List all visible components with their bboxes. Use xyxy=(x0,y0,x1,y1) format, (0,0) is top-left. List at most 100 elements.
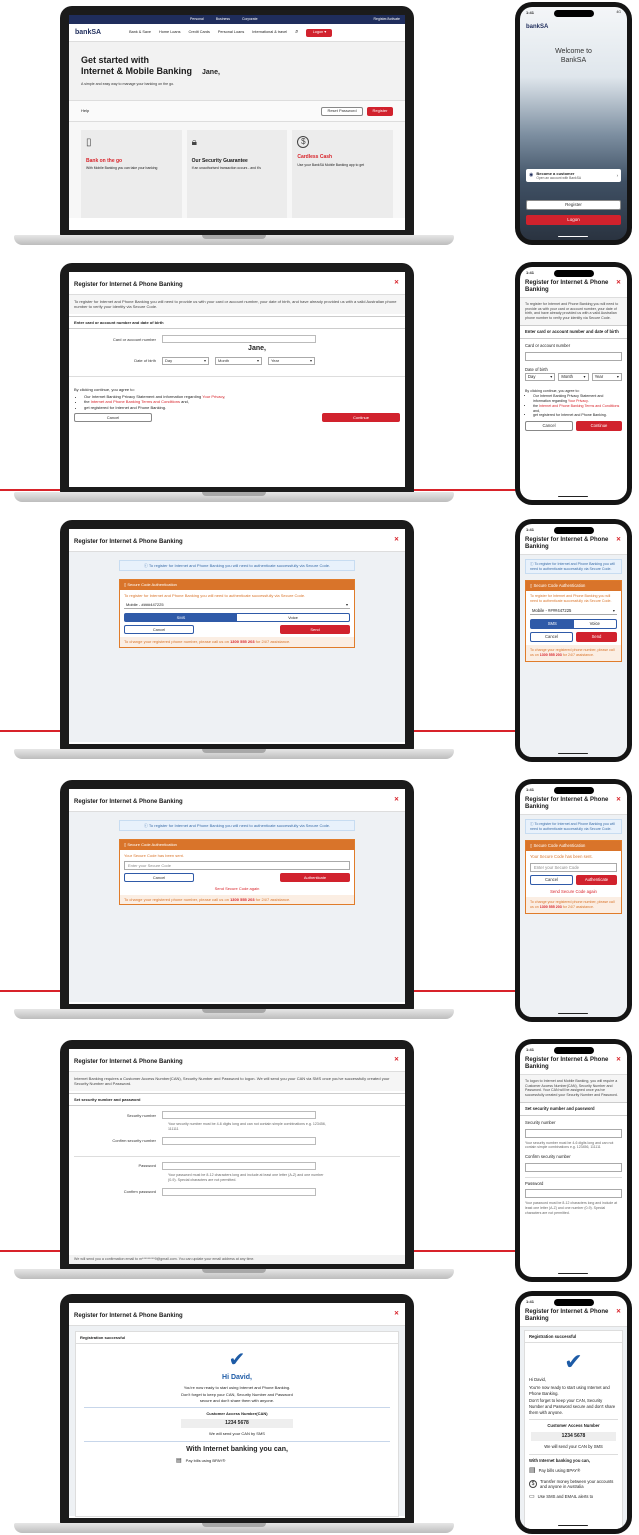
year-value: Year xyxy=(271,358,280,364)
terms-text: the xyxy=(84,399,91,405)
banksa-logo[interactable]: bankSA xyxy=(75,28,101,37)
confirm-password-label: Confirm password xyxy=(123,1188,156,1194)
password-help: Your password must be 8-12 characters lo… xyxy=(168,1172,324,1182)
security-number-input[interactable] xyxy=(162,1111,316,1120)
can-value: 1234 5678 xyxy=(531,1432,616,1441)
terms-link[interactable]: Internet and Phone Banking Terms and Con… xyxy=(539,404,619,408)
nav-home-loans[interactable]: Home Loans xyxy=(159,30,181,35)
confirm-security-input[interactable] xyxy=(525,1162,622,1172)
send-again-link[interactable]: Send Secure Code again xyxy=(124,886,350,891)
logon-button[interactable]: Logon ▾ xyxy=(306,28,333,37)
close-icon[interactable]: ✕ xyxy=(616,537,621,544)
sent-text: Your Secure Code has been sent. xyxy=(530,854,593,860)
continue-button[interactable]: Continue xyxy=(576,421,622,432)
nav-personal[interactable]: Personal xyxy=(190,17,204,22)
send-again-link[interactable]: Send Secure Code again xyxy=(530,889,617,895)
phone-screen: 1:41 Register for Internet & Phone Banki… xyxy=(520,1296,627,1529)
close-icon[interactable]: ✕ xyxy=(394,796,399,804)
nav-corporate[interactable]: Corporate xyxy=(242,17,258,22)
cancel-button[interactable]: Cancel xyxy=(530,631,573,642)
send-button[interactable]: Send xyxy=(576,631,617,642)
home-indicator xyxy=(558,1012,588,1014)
sms-option[interactable]: SMS xyxy=(125,614,237,622)
nav-business[interactable]: Business xyxy=(216,17,230,22)
nav-international[interactable]: International & travel xyxy=(252,30,287,35)
close-icon[interactable]: ✕ xyxy=(616,797,621,804)
phone-number[interactable]: 1300 555 203 xyxy=(230,639,254,644)
laptop-4: Register for Internet & Phone Banking ✕ ⓘ… xyxy=(14,780,454,1023)
mobile-select[interactable]: Mobile - ####447225 ▾ xyxy=(124,601,350,610)
card-number-input[interactable] xyxy=(162,335,316,344)
secure-code-input[interactable]: Enter your Secure Code xyxy=(124,861,350,871)
card-text: To register for Internet and Phone Banki… xyxy=(530,594,612,603)
close-icon[interactable]: ✕ xyxy=(616,1309,621,1316)
year-select[interactable]: Year ▾ xyxy=(591,373,622,382)
checkmark-icon: ✔ xyxy=(228,1349,246,1372)
footer-text: for 24/7 assistance. xyxy=(254,639,291,645)
close-icon[interactable]: ✕ xyxy=(394,279,399,287)
register-activate-link[interactable]: Register/Activate xyxy=(374,17,400,22)
logon-button[interactable]: Logon xyxy=(526,215,621,225)
mobile-select[interactable]: Mobile - ####447225 ▾ xyxy=(530,606,617,615)
laptop-notch xyxy=(202,235,266,239)
terms-link[interactable]: Internet and Phone Banking Terms and Con… xyxy=(91,399,180,404)
close-icon[interactable]: ✕ xyxy=(394,536,399,544)
nav-bank-save[interactable]: Bank & Save xyxy=(129,30,151,35)
phone-number[interactable]: 1300 555 203 xyxy=(230,897,254,902)
cancel-button[interactable]: Cancel xyxy=(525,421,573,432)
cancel-button[interactable]: Cancel xyxy=(530,874,573,885)
day-select[interactable]: Day ▾ xyxy=(162,356,209,365)
month-select[interactable]: Month ▾ xyxy=(558,373,589,382)
phone-number[interactable]: 1300 555 203 xyxy=(540,905,562,909)
secure-code-input[interactable]: Enter your Secure Code xyxy=(530,862,617,872)
help-link[interactable]: Help xyxy=(81,108,321,113)
search-icon[interactable]: ⌕ xyxy=(295,28,298,36)
footer-text: for 24/7 assistance. xyxy=(561,652,594,657)
nav-credit-cards[interactable]: Credit Cards xyxy=(189,30,210,35)
register-button[interactable]: Register xyxy=(367,106,393,116)
security-number-input[interactable] xyxy=(525,1128,622,1138)
dob-row: Date of birth Day ▾ Month ▾ Year ▾ xyxy=(69,354,405,368)
authenticate-button[interactable]: Authenticate xyxy=(280,873,350,883)
voice-option[interactable]: Voice xyxy=(237,614,349,621)
password-input[interactable] xyxy=(162,1161,316,1170)
phone-number[interactable]: 1300 555 203 xyxy=(540,653,562,657)
cancel-button[interactable]: Cancel xyxy=(124,873,194,883)
month-select[interactable]: Month ▾ xyxy=(215,356,262,365)
email-note: We will send you a confirmation email to… xyxy=(69,1255,405,1264)
close-icon[interactable]: ✕ xyxy=(394,1310,399,1318)
authenticate-button[interactable]: Authenticate xyxy=(576,874,617,885)
greeting: Hi David, xyxy=(529,1377,546,1383)
register-button[interactable]: Register xyxy=(526,200,621,210)
confirm-password-input[interactable] xyxy=(162,1187,316,1196)
confirm-security-label: Confirm security number xyxy=(525,1153,571,1159)
privacy-link[interactable]: Your Privacy xyxy=(202,394,224,399)
reset-password-button[interactable]: Reset Password xyxy=(321,106,363,116)
nav-personal-loans[interactable]: Personal Loans xyxy=(218,30,244,35)
terms: By clicking continue, you agree to: Our … xyxy=(69,375,405,411)
cancel-button[interactable]: Cancel xyxy=(74,413,152,423)
terms-text: get registered for Internet and Phone Ba… xyxy=(84,404,167,410)
storyboard: Personal Business Corporate Register/Act… xyxy=(0,0,639,1535)
continue-button[interactable]: Continue xyxy=(322,413,400,423)
footer-text: To change your registered phone number, … xyxy=(124,639,231,645)
cancel-button[interactable]: Cancel xyxy=(124,625,194,635)
phone-screen: 1:41 4G bankSA Welcome to BankSA ◉ Becom… xyxy=(520,7,627,240)
close-icon[interactable]: ✕ xyxy=(616,1057,621,1064)
modal-title: Register for Internet & Phone Banking xyxy=(74,799,183,805)
voice-option[interactable]: Voice xyxy=(574,620,617,628)
year-select[interactable]: Year ▾ xyxy=(268,356,315,365)
hero: Get started with Internet & Mobile Banki… xyxy=(69,42,405,100)
close-icon[interactable]: ✕ xyxy=(394,1056,399,1064)
card-number-input[interactable] xyxy=(525,351,622,361)
top-nav-bar: Personal Business Corporate Register/Act… xyxy=(69,15,405,24)
close-icon[interactable]: ✕ xyxy=(616,280,621,287)
month-value: Month xyxy=(561,374,573,380)
sms-option[interactable]: SMS xyxy=(531,619,574,628)
day-select[interactable]: Day ▾ xyxy=(525,373,556,382)
become-customer-card[interactable]: ◉ Become a customer Open an account with… xyxy=(526,169,621,182)
confirm-security-input[interactable] xyxy=(162,1136,316,1145)
send-button[interactable]: Send xyxy=(280,625,350,635)
privacy-link[interactable]: Your Privacy xyxy=(568,399,588,403)
password-input[interactable] xyxy=(525,1189,622,1199)
